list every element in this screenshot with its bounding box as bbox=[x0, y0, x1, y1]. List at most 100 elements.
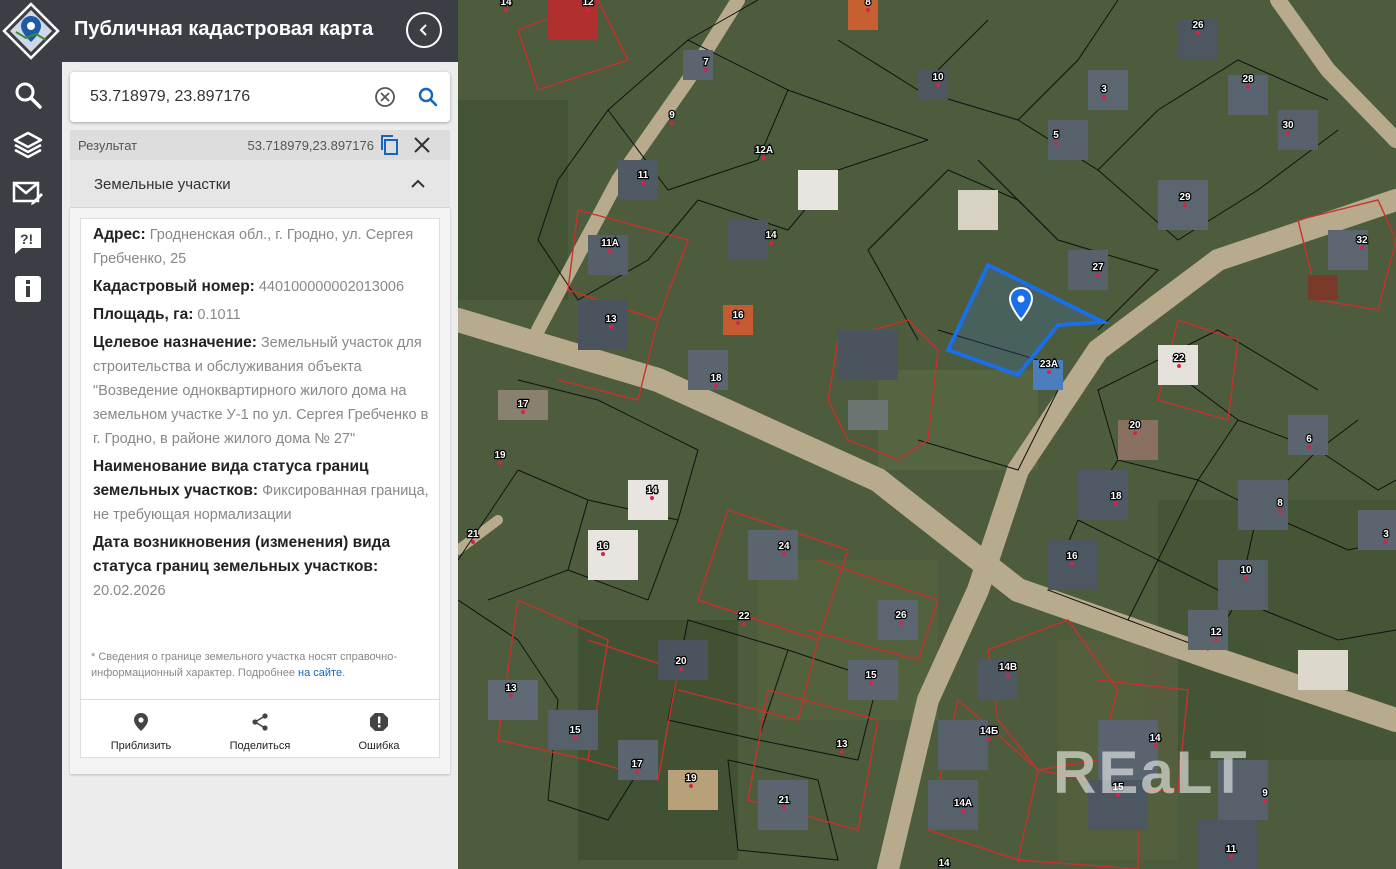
svg-text:16: 16 bbox=[597, 541, 609, 552]
app-header: Публичная кадастровая карта bbox=[62, 0, 458, 62]
svg-text:13: 13 bbox=[605, 314, 617, 325]
share-label: Поделиться bbox=[229, 740, 291, 752]
svg-text:13: 13 bbox=[505, 683, 517, 694]
svg-text:14: 14 bbox=[765, 230, 777, 241]
feedback-icon[interactable]: ?! bbox=[11, 224, 45, 258]
svg-text:15: 15 bbox=[865, 670, 877, 681]
svg-text:11: 11 bbox=[1226, 844, 1237, 855]
cadastral-value: 440100000002013006 bbox=[258, 279, 405, 295]
chevron-left-icon bbox=[419, 24, 427, 36]
report-error-button[interactable]: Ошибка bbox=[334, 712, 424, 754]
map-canvas[interactable]: 14 12 8 26 7 10 3 28 9 12А 5 30 11 29 14 27 32 11А 16 13 18 2… bbox=[458, 0, 1396, 869]
zoom-to-button[interactable]: Приблизить bbox=[96, 712, 186, 754]
svg-text:32: 32 bbox=[1356, 235, 1368, 246]
location-pin-icon bbox=[134, 713, 148, 731]
date-value: 20.02.2026 bbox=[93, 583, 166, 599]
svg-text:22: 22 bbox=[1173, 353, 1185, 364]
svg-text:7: 7 bbox=[703, 57, 709, 68]
purpose-row: Целевое назначение: Земельный участок дл… bbox=[93, 331, 429, 451]
info-icon[interactable] bbox=[11, 272, 45, 306]
cadastral-label: Кадастровый номер: bbox=[93, 278, 255, 295]
note-link[interactable]: на сайте bbox=[298, 667, 342, 679]
left-rail: ?! bbox=[0, 0, 62, 869]
land-plots-section-header[interactable]: Земельные участки bbox=[70, 160, 450, 208]
svg-text:18: 18 bbox=[1110, 491, 1122, 502]
date-row: Дата возникновения (изменения) вида стат… bbox=[93, 531, 429, 603]
svg-text:11А: 11А bbox=[601, 238, 619, 249]
svg-text:15: 15 bbox=[569, 725, 581, 736]
svg-text:5: 5 bbox=[1053, 130, 1059, 141]
svg-text:13: 13 bbox=[836, 739, 848, 750]
svg-text:10: 10 bbox=[932, 72, 944, 83]
svg-text:3: 3 bbox=[1383, 529, 1389, 540]
result-label: Результат bbox=[78, 138, 138, 153]
section-title: Земельные участки bbox=[94, 176, 231, 193]
svg-text:8: 8 bbox=[1277, 498, 1283, 509]
search-submit-icon[interactable] bbox=[416, 85, 440, 109]
svg-text:12: 12 bbox=[582, 0, 594, 8]
chevron-up-icon bbox=[411, 179, 425, 188]
card-actions: Приблизить Поделиться Ошибка bbox=[81, 699, 439, 757]
close-icon[interactable] bbox=[412, 135, 432, 155]
svg-text:?!: ?! bbox=[20, 231, 33, 247]
svg-text:19: 19 bbox=[494, 450, 506, 461]
area-value: 0.1011 bbox=[197, 307, 241, 323]
svg-text:23А: 23А bbox=[1040, 359, 1058, 370]
svg-text:19: 19 bbox=[685, 773, 697, 784]
share-button[interactable]: Поделиться bbox=[215, 712, 305, 754]
svg-text:17: 17 bbox=[631, 759, 643, 770]
status-row: Наименование вида статуса границ земельн… bbox=[93, 455, 429, 527]
purpose-label: Целевое назначение: bbox=[93, 334, 257, 351]
copy-icon[interactable] bbox=[378, 134, 400, 156]
parcel-card: Адрес: Гродненская обл., г. Гродно, ул. … bbox=[80, 218, 440, 758]
collapse-panel-button[interactable] bbox=[406, 12, 442, 48]
side-panel: Результат 53.718979,23.897176 Земельные … bbox=[62, 62, 458, 869]
share-icon bbox=[252, 713, 268, 731]
svg-text:11: 11 bbox=[638, 170, 649, 181]
svg-text:14: 14 bbox=[938, 858, 950, 869]
search-input[interactable] bbox=[90, 86, 360, 108]
svg-text:17: 17 bbox=[517, 399, 529, 410]
svg-text:22: 22 bbox=[738, 611, 750, 622]
app-logo-icon[interactable] bbox=[2, 2, 60, 60]
map-view[interactable]: 14 12 8 26 7 10 3 28 9 12А 5 30 11 29 14 27 32 11А 16 13 18 2… bbox=[458, 0, 1396, 869]
svg-text:29: 29 bbox=[1179, 192, 1191, 203]
app-title: Публичная кадастровая карта bbox=[74, 18, 374, 40]
search-icon[interactable] bbox=[11, 78, 45, 112]
svg-text:18: 18 bbox=[710, 373, 722, 384]
layers-icon[interactable] bbox=[11, 128, 45, 162]
svg-text:10: 10 bbox=[1240, 565, 1252, 576]
svg-text:20: 20 bbox=[1129, 420, 1141, 431]
svg-text:21: 21 bbox=[778, 795, 790, 806]
svg-text:24: 24 bbox=[778, 541, 790, 552]
svg-text:28: 28 bbox=[1242, 74, 1254, 85]
svg-text:14: 14 bbox=[646, 485, 658, 496]
svg-text:16: 16 bbox=[1066, 551, 1078, 562]
svg-text:14: 14 bbox=[500, 0, 512, 8]
svg-text:14Б: 14Б bbox=[980, 726, 998, 737]
svg-text:12: 12 bbox=[1210, 627, 1222, 638]
purpose-value: Земельный участок для строительства и об… bbox=[93, 335, 429, 447]
svg-text:20: 20 bbox=[675, 656, 687, 667]
cadastral-row: Кадастровый номер: 440100000002013006 bbox=[93, 275, 429, 299]
svg-text:8: 8 bbox=[865, 0, 871, 8]
area-label: Площадь, га: bbox=[93, 306, 194, 323]
result-bar: Результат 53.718979,23.897176 bbox=[70, 130, 450, 160]
error-label: Ошибка bbox=[358, 740, 400, 752]
svg-text:16: 16 bbox=[732, 310, 744, 321]
svg-text:21: 21 bbox=[467, 529, 479, 540]
svg-text:14А: 14А bbox=[954, 798, 972, 809]
note-tail: . bbox=[342, 667, 346, 679]
parcel-card-wrapper: Адрес: Гродненская обл., г. Гродно, ул. … bbox=[70, 208, 450, 774]
disclaimer-note: * Сведения о границе земельного участка … bbox=[91, 649, 431, 681]
svg-text:27: 27 bbox=[1092, 262, 1104, 273]
watermark: REaLT bbox=[1053, 739, 1249, 806]
svg-text:14В: 14В bbox=[999, 662, 1017, 673]
note-text: * Сведения о границе земельного участка … bbox=[91, 651, 398, 679]
parcel-label: 14 bbox=[937, 857, 951, 869]
clear-search-icon[interactable] bbox=[374, 86, 396, 108]
svg-text:26: 26 bbox=[1192, 20, 1204, 31]
mail-edit-icon[interactable] bbox=[11, 176, 45, 210]
svg-text:9: 9 bbox=[669, 110, 675, 121]
parcel-info: Адрес: Гродненская обл., г. Гродно, ул. … bbox=[93, 223, 429, 607]
